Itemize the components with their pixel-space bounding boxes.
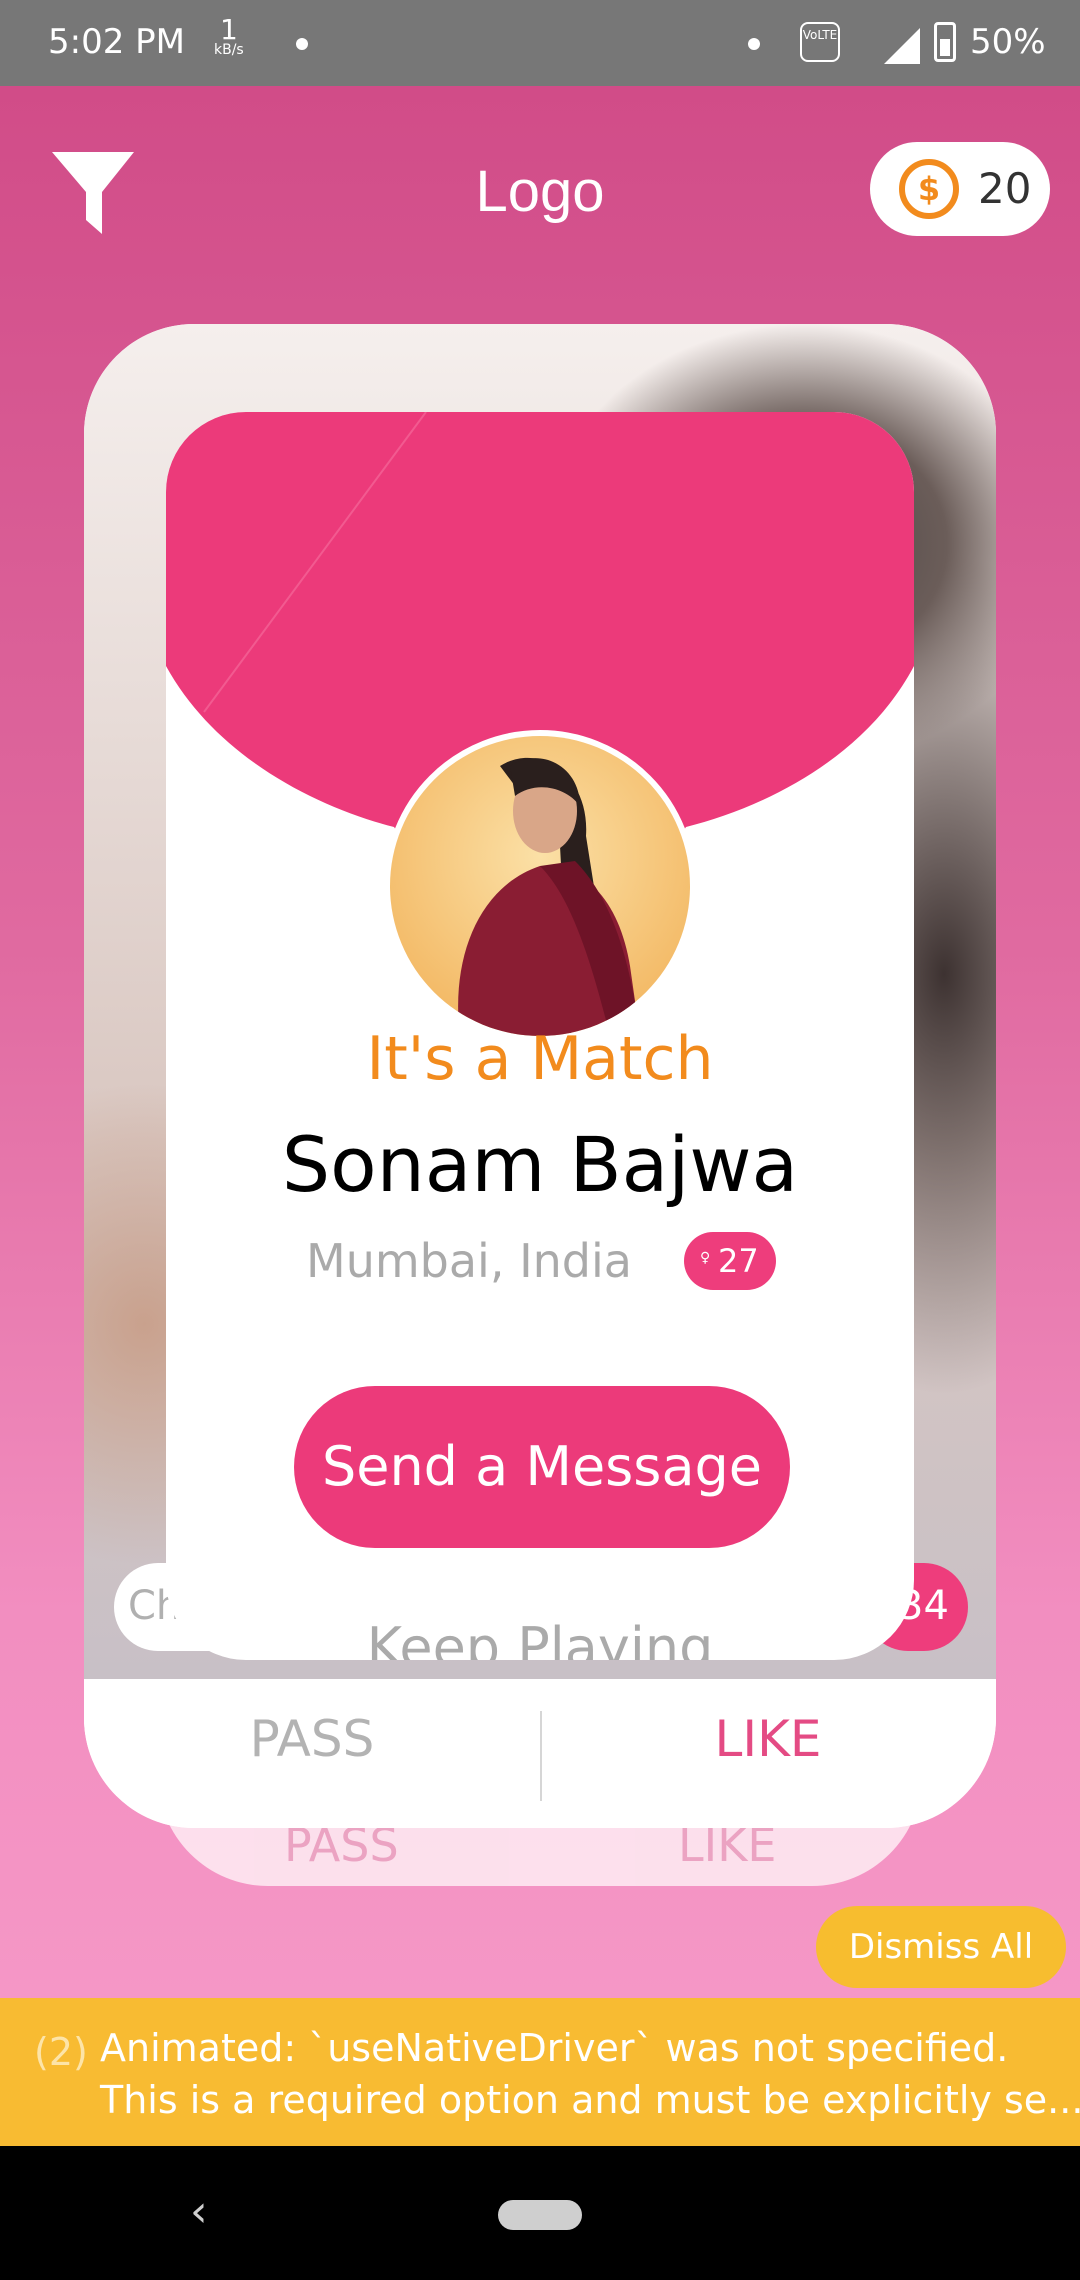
match-avatar xyxy=(384,730,696,1042)
action-row: PASS LIKE xyxy=(84,1679,996,1828)
pass-button[interactable]: PASS xyxy=(84,1679,540,1828)
notification-dot-icon xyxy=(748,38,760,50)
dev-warning-banner[interactable]: (2) Animated: `useNativeDriver` was not … xyxy=(0,1998,1080,2146)
back-icon[interactable]: ‹ xyxy=(190,2186,208,2237)
send-message-button[interactable]: Send a Message xyxy=(294,1386,790,1548)
dollar-coin-icon: $ xyxy=(899,159,959,219)
notification-dot-icon xyxy=(296,38,308,50)
status-bar: 5:02 PM 1 kB/s VoLTE 50% xyxy=(0,0,1080,86)
signal-icon xyxy=(884,28,920,64)
location-pin-icon: ♀ xyxy=(700,1250,711,1266)
battery-icon xyxy=(934,22,956,62)
coin-balance[interactable]: $ 20 xyxy=(870,142,1050,236)
status-time: 5:02 PM xyxy=(48,22,185,62)
warning-line-2: This is a required option and must be ex… xyxy=(100,2078,1080,2122)
svg-text:$: $ xyxy=(918,170,940,208)
volte-icon: VoLTE xyxy=(800,22,840,62)
warning-line-1: Animated: `useNativeDriver` was not spec… xyxy=(100,2026,1009,2070)
match-dialog: It's a Match Sonam Bajwa Mumbai, India ♀… xyxy=(166,412,914,1660)
age-badge: ♀ 27 xyxy=(684,1232,776,1290)
system-nav-bar: ‹ xyxy=(0,2146,1080,2280)
warning-count: (2) xyxy=(34,2030,88,2074)
app-screen: Logo $ 20 PASS LIKE Ch 34 PASS LIKE It's… xyxy=(0,86,1080,1998)
coin-count: 20 xyxy=(978,164,1032,213)
match-title: It's a Match xyxy=(366,1024,714,1094)
like-button[interactable]: LIKE xyxy=(540,1679,996,1828)
keep-playing-button[interactable]: Keep Playing xyxy=(166,1616,914,1660)
network-speed: 1 kB/s xyxy=(214,16,244,59)
network-speed-unit: kB/s xyxy=(214,42,244,58)
battery-percent: 50% xyxy=(970,22,1046,62)
match-name: Sonam Bajwa xyxy=(281,1120,799,1209)
profile-avatar-image xyxy=(390,736,690,1036)
home-pill-icon[interactable] xyxy=(498,2200,582,2230)
dismiss-all-button[interactable]: Dismiss All xyxy=(816,1906,1066,1988)
age-value: 27 xyxy=(718,1242,759,1280)
match-location: Mumbai, India xyxy=(306,1234,632,1288)
